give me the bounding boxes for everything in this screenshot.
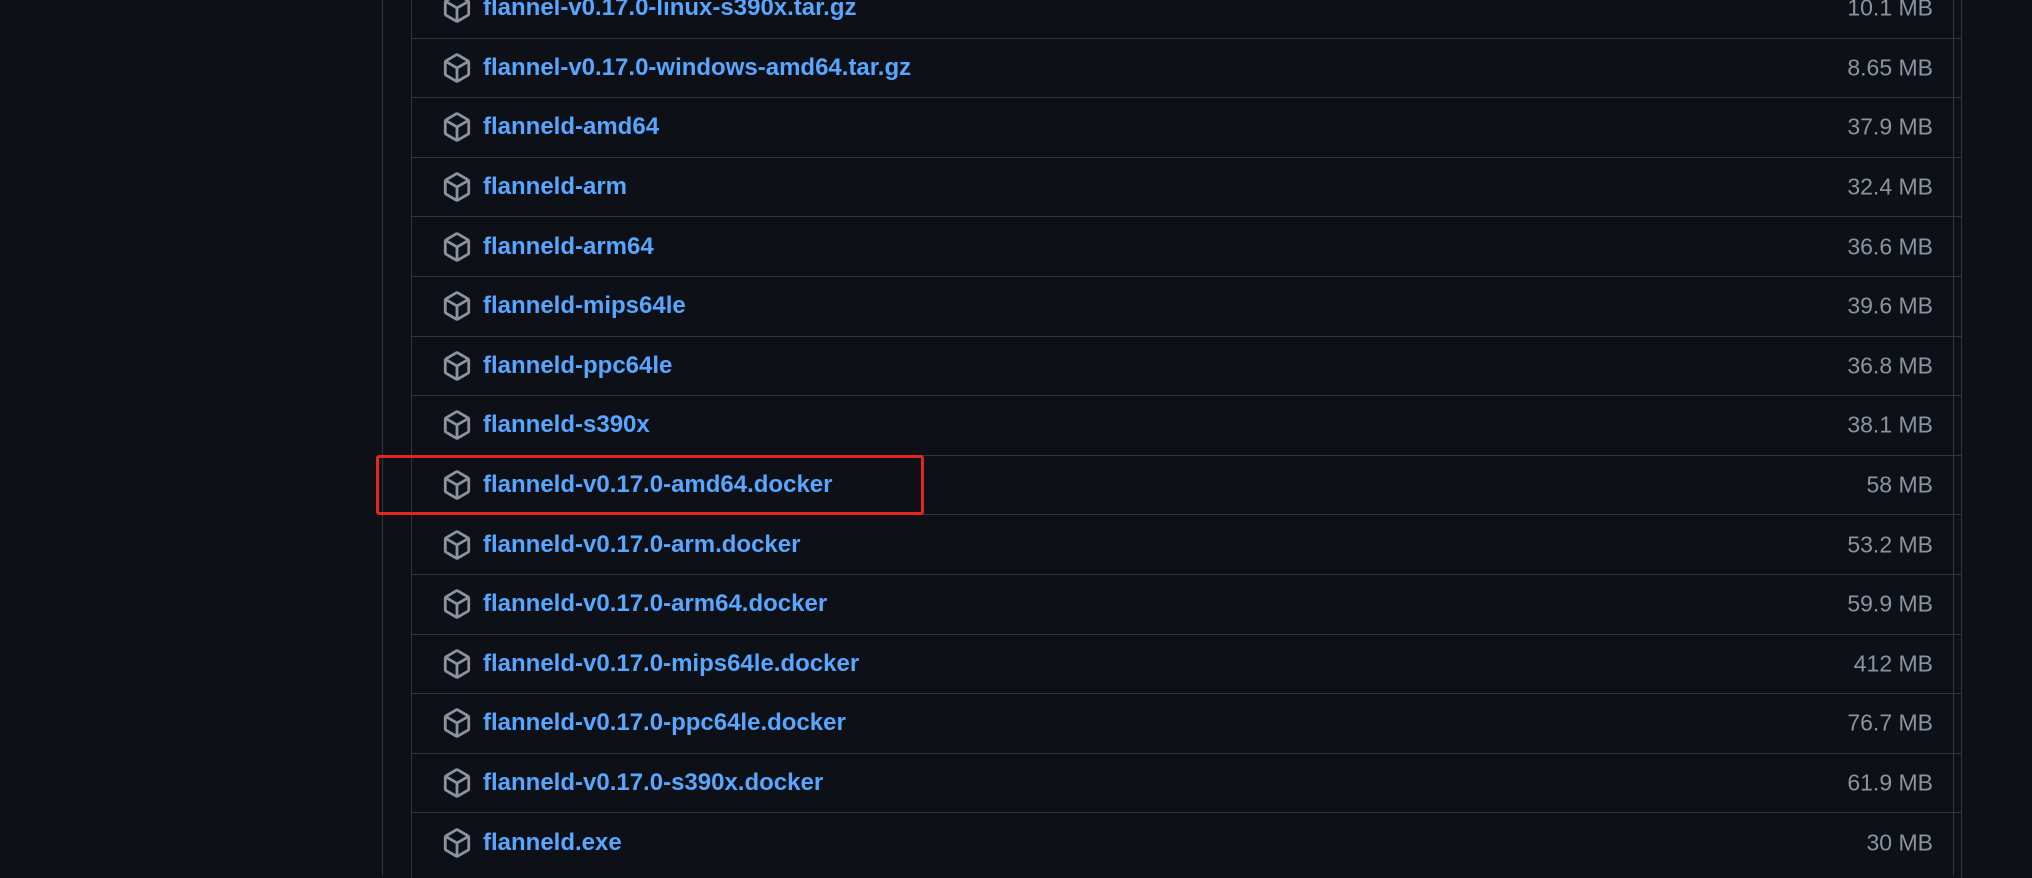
asset-link[interactable]: flanneld-s390x — [483, 411, 650, 439]
asset-link[interactable]: flanneld-ppc64le — [483, 352, 672, 380]
package-icon — [442, 649, 472, 679]
asset-row[interactable]: flanneld-v0.17.0-arm64.docker 59.9 MB — [412, 574, 1961, 634]
asset-size: 39.6 MB — [1847, 292, 1933, 319]
package-icon — [442, 351, 472, 381]
asset-link[interactable]: flanneld-arm — [483, 173, 627, 201]
asset-size: 412 MB — [1853, 650, 1933, 677]
asset-row[interactable]: flanneld-v0.17.0-s390x.docker 61.9 MB — [412, 752, 1961, 813]
package-icon — [442, 172, 472, 202]
asset-size: 36.6 MB — [1847, 233, 1933, 260]
asset-link[interactable]: flanneld-v0.17.0-amd64.docker — [483, 471, 832, 499]
asset-row[interactable]: flanneld-s390x 38.1 MB — [412, 395, 1961, 455]
asset-size: 59.9 MB — [1847, 590, 1933, 617]
asset-link[interactable]: flanneld-v0.17.0-ppc64le.docker — [483, 709, 846, 737]
release-assets-list: flannel-v0.17.0-linux-s390x.tar.gz 10.1 M… — [411, 0, 1962, 878]
asset-size: 61.9 MB — [1847, 769, 1933, 796]
asset-row[interactable]: flanneld-arm 32.4 MB — [412, 156, 1961, 217]
asset-row[interactable]: flanneld-ppc64le 36.8 MB — [412, 335, 1961, 396]
package-icon — [442, 827, 472, 858]
asset-link[interactable]: flannel-v0.17.0-linux-s390x.tar.gz — [483, 0, 857, 22]
package-icon — [442, 231, 472, 262]
asset-row[interactable]: flanneld-amd64 37.9 MB — [412, 97, 1961, 157]
asset-size: 76.7 MB — [1847, 709, 1933, 736]
package-icon — [442, 708, 472, 739]
package-icon — [442, 53, 472, 83]
asset-size: 36.8 MB — [1847, 352, 1933, 379]
asset-row[interactable]: flanneld-arm64 36.6 MB — [412, 216, 1961, 276]
package-icon — [442, 768, 472, 798]
asset-size: 53.2 MB — [1847, 531, 1933, 558]
package-icon — [442, 291, 472, 322]
asset-row[interactable]: flannel-v0.17.0-windows-amd64.tar.gz 8.65… — [412, 37, 1961, 98]
asset-row[interactable]: flanneld-v0.17.0-ppc64le.docker 76.7 MB — [412, 693, 1961, 753]
asset-link[interactable]: flanneld-v0.17.0-arm.docker — [483, 531, 800, 559]
asset-link[interactable]: flanneld-arm64 — [483, 233, 654, 261]
asset-size: 30 MB — [1866, 829, 1933, 856]
asset-row[interactable]: flanneld-v0.17.0-mips64le.docker 412 MB — [412, 633, 1961, 694]
asset-row[interactable]: flannel-v0.17.0-linux-s390x.tar.gz 10.1 M… — [412, 0, 1961, 38]
asset-link[interactable]: flanneld-v0.17.0-arm64.docker — [483, 590, 827, 618]
asset-row[interactable]: flanneld-v0.17.0-arm.docker 53.2 MB — [412, 514, 1961, 574]
asset-link[interactable]: flanneld-amd64 — [483, 113, 659, 141]
package-icon — [442, 529, 472, 560]
asset-size: 37.9 MB — [1847, 113, 1933, 140]
asset-link[interactable]: flanneld-v0.17.0-s390x.docker — [483, 769, 823, 797]
asset-size: 10.1 MB — [1847, 0, 1933, 21]
asset-size: 58 MB — [1866, 471, 1933, 498]
asset-size: 8.65 MB — [1847, 54, 1933, 81]
asset-link[interactable]: flanneld-v0.17.0-mips64le.docker — [483, 650, 859, 678]
asset-link[interactable]: flanneld.exe — [483, 829, 622, 857]
asset-row[interactable]: flanneld-v0.17.0-amd64.docker 58 MB — [412, 454, 1961, 515]
asset-size: 38.1 MB — [1847, 411, 1933, 438]
asset-size: 32.4 MB — [1847, 173, 1933, 200]
asset-row[interactable]: flanneld.exe 30 MB — [412, 812, 1961, 872]
package-icon — [442, 0, 472, 24]
asset-link[interactable]: flannel-v0.17.0-windows-amd64.tar.gz — [483, 54, 911, 82]
package-icon — [442, 470, 472, 500]
package-icon — [442, 410, 472, 441]
asset-row[interactable]: flanneld-mips64le 39.6 MB — [412, 276, 1961, 336]
asset-link[interactable]: flanneld-mips64le — [483, 292, 686, 320]
package-icon — [442, 589, 472, 620]
package-icon — [442, 112, 472, 143]
